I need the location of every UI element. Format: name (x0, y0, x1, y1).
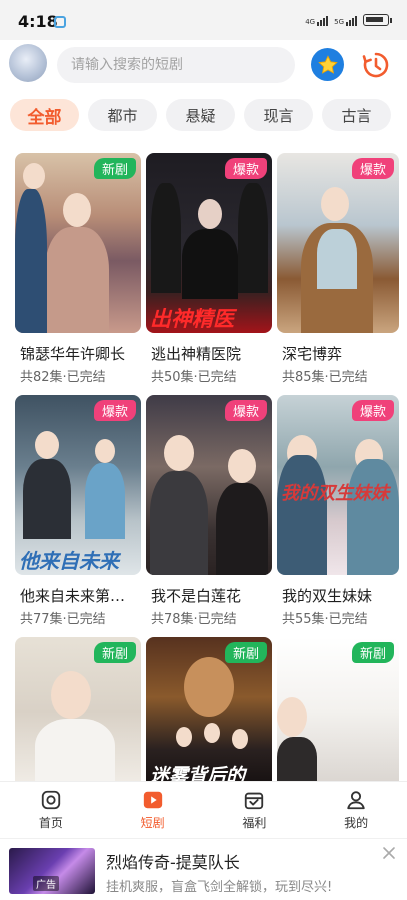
signal-5g-icon: 5G (334, 16, 357, 26)
favorites-button[interactable] (311, 48, 344, 81)
drama-poster[interactable]: 新剧 (277, 637, 399, 787)
drama-poster[interactable]: 出神精医 爆款 (146, 153, 272, 333)
drama-card[interactable]: 新剧 (15, 637, 141, 787)
signal-4g-icon: 4G (305, 16, 329, 26)
drama-poster[interactable]: 迷雾背后的 新剧 (146, 637, 272, 787)
nav-shortdrama[interactable]: 短剧 (102, 782, 204, 838)
status-time: 4:18 (18, 12, 58, 31)
app-notification-icon (54, 16, 66, 28)
drama-meta: 共77集·已完结 (20, 612, 106, 627)
tab-modern-romance[interactable]: 现言 (244, 99, 313, 131)
ad-description: 挂机爽服，盲盒飞剑全解锁，玩到尽兴! (106, 880, 333, 895)
drama-title: 我不是白莲花 (151, 587, 242, 605)
poster-title-text: 他来自未来 (19, 549, 119, 573)
play-icon (143, 791, 162, 809)
drama-meta: 共82集·已完结 (20, 370, 106, 385)
status-indicators: 4G 5G (305, 14, 392, 26)
signal-4g-label: 4G (305, 18, 316, 26)
drama-poster[interactable]: 爆款 (277, 153, 399, 333)
clock-icon (362, 52, 388, 77)
drama-card[interactable]: 他来自未来 爆款 他来自未来第… 共77集·已完结 (15, 395, 141, 637)
bottom-nav: 首页 短剧 福利 我的 (0, 781, 407, 838)
new-badge: 新剧 (93, 642, 136, 663)
drama-meta: 共85集·已完结 (282, 370, 368, 385)
nav-shortdrama-label: 短剧 (140, 816, 165, 830)
nav-home-label: 首页 (38, 816, 63, 830)
poster-title-text: 出神精医 (150, 307, 234, 331)
new-badge: 新剧 (224, 642, 267, 663)
ad-banner[interactable]: 广告 烈焰传奇-提莫队长 挂机爽服，盲盒飞剑全解锁，玩到尽兴! (0, 838, 407, 900)
poster-title-text: 我的双生妹妹 (281, 483, 389, 504)
hot-badge: 爆款 (351, 158, 394, 179)
header (0, 40, 407, 90)
search-box[interactable] (57, 47, 295, 83)
new-badge: 新剧 (93, 158, 136, 179)
drama-poster[interactable]: 爆款 (146, 395, 272, 575)
hot-badge: 爆款 (351, 400, 394, 421)
tab-urban[interactable]: 都市 (88, 99, 157, 131)
ad-tag: 广告 (33, 876, 59, 891)
nav-benefits[interactable]: 福利 (204, 782, 306, 838)
drama-card[interactable]: 迷雾背后的 新剧 (146, 637, 272, 787)
drama-title: 锦瑟华年许卿长 (20, 345, 126, 363)
nav-mine[interactable]: 我的 (305, 782, 407, 838)
drama-poster[interactable]: 新剧 (15, 153, 141, 333)
history-button[interactable] (359, 48, 392, 81)
ad-thumbnail[interactable]: 广告 (9, 848, 95, 894)
home-icon (41, 790, 61, 810)
hot-badge: 爆款 (224, 158, 267, 179)
drama-title: 我的双生妹妹 (282, 587, 373, 605)
tab-all[interactable]: 全部 (10, 99, 79, 131)
drama-title: 逃出神精医院 (151, 345, 242, 363)
drama-card[interactable]: 爆款 深宅博弈 共85集·已完结 (277, 153, 399, 395)
drama-meta: 共78集·已完结 (151, 612, 237, 627)
drama-meta: 共50集·已完结 (151, 370, 237, 385)
ad-title: 烈焰传奇-提莫队长 (106, 853, 240, 872)
new-badge: 新剧 (351, 642, 394, 663)
drama-poster[interactable]: 我的双生妹妹 爆款 (277, 395, 399, 575)
nav-mine-label: 我的 (344, 816, 369, 830)
battery-icon (363, 14, 392, 26)
drama-card[interactable]: 新剧 (277, 637, 399, 787)
drama-card[interactable]: 我的双生妹妹 爆款 我的双生妹妹 共55集·已完结 (277, 395, 399, 637)
drama-card[interactable]: 新剧 锦瑟华年许卿长 共82集·已完结 (15, 153, 141, 395)
drama-poster[interactable]: 新剧 (15, 637, 141, 787)
drama-card[interactable]: 爆款 我不是白莲花 共78集·已完结 (146, 395, 272, 637)
drama-title: 他来自未来第… (20, 587, 126, 605)
drama-poster[interactable]: 他来自未来 爆款 (15, 395, 141, 575)
tab-ancient-romance[interactable]: 古言 (322, 99, 391, 131)
nav-benefits-label: 福利 (242, 816, 267, 830)
drama-grid: 新剧 锦瑟华年许卿长 共82集·已完结 出神精医 爆款 逃出神精医院 共50集·… (15, 153, 399, 787)
close-icon[interactable] (381, 845, 397, 861)
hot-badge: 爆款 (93, 400, 136, 421)
nav-home[interactable]: 首页 (0, 782, 102, 838)
signal-5g-label: 5G (334, 18, 344, 26)
category-tabs: 全部 都市 悬疑 现言 古言 (10, 99, 391, 131)
drama-title: 深宅博弈 (282, 345, 343, 363)
search-input[interactable] (57, 47, 295, 83)
drama-meta: 共55集·已完结 (282, 612, 368, 627)
gift-icon (245, 792, 264, 810)
avatar[interactable] (9, 44, 47, 82)
star-icon (317, 54, 338, 74)
tab-suspense[interactable]: 悬疑 (166, 99, 235, 131)
user-icon (347, 791, 365, 810)
drama-card[interactable]: 出神精医 爆款 逃出神精医院 共50集·已完结 (146, 153, 272, 395)
hot-badge: 爆款 (224, 400, 267, 421)
